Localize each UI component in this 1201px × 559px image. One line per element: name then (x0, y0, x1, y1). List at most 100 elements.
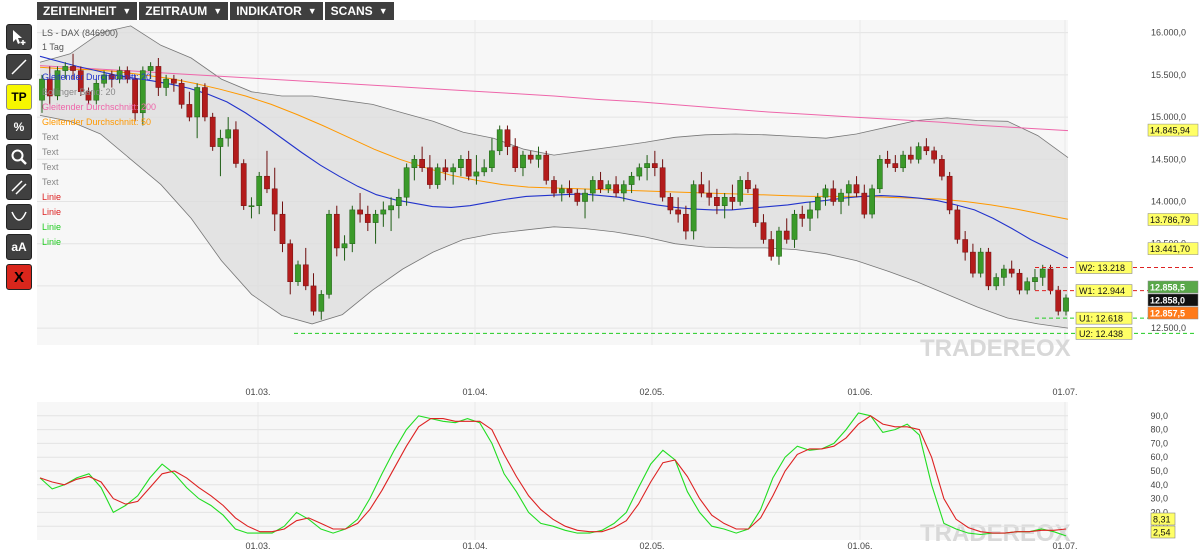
candle-body (450, 167, 457, 173)
candle-body (364, 213, 371, 223)
candle-body (434, 167, 441, 185)
candle-body (574, 192, 581, 202)
candle-body (240, 163, 247, 206)
candle-body (589, 180, 596, 194)
candle-body (993, 277, 1000, 287)
candle-body (473, 171, 480, 177)
osc-value-text: 8,31 (1153, 515, 1171, 525)
legend-item: Linie (42, 207, 61, 217)
level-label-text: U1: 12.618 (1079, 314, 1123, 324)
price-label-text: 12.858,5 (1150, 283, 1185, 293)
candle-body (923, 146, 930, 152)
time-tick-label: 02.05. (639, 387, 664, 397)
candle-body (163, 78, 169, 88)
candle-body (302, 264, 309, 287)
candle-body (535, 154, 542, 160)
candle-body (776, 230, 782, 257)
candle-body (225, 129, 232, 139)
candle-body (822, 188, 829, 198)
candle-body (388, 205, 394, 211)
candle-body (970, 251, 976, 274)
time-tick-label: 01.07. (1052, 387, 1077, 397)
candle-body (962, 239, 969, 253)
legend-item: Text (42, 132, 59, 142)
candle-body (504, 129, 511, 147)
candle-body (217, 137, 224, 147)
candle-body (620, 184, 627, 194)
osc-tick-label: 50,0 (1150, 466, 1168, 476)
candle-body (597, 180, 604, 190)
osc-value-text: 2,54 (1153, 528, 1171, 538)
candle-body (714, 197, 720, 206)
osc-tick-label: 60,0 (1150, 452, 1168, 462)
candle-body (520, 154, 526, 169)
candle-body (814, 197, 821, 211)
price-chart[interactable]: 12.500,013.000,013.500,014.000,014.500,0… (0, 0, 1201, 555)
candle-body (271, 188, 278, 215)
candle-body (1039, 268, 1046, 278)
level-label-text: W2: 13.218 (1079, 263, 1125, 273)
candle-body (427, 167, 433, 185)
candle-body (287, 243, 294, 282)
osc-tick-label: 90,0 (1150, 411, 1168, 421)
price-label-text: 13.441,70 (1150, 244, 1190, 254)
candle-body (582, 192, 588, 202)
candle-body (659, 167, 666, 198)
candle-body (954, 209, 961, 240)
candle-body (892, 163, 899, 168)
candle-body (729, 197, 736, 202)
candle-body (310, 285, 317, 312)
candle-body (1024, 281, 1031, 291)
candle-body (178, 83, 185, 105)
candle-body (326, 213, 332, 295)
candle-body (706, 192, 713, 198)
osc-tick-label: 70,0 (1150, 438, 1168, 448)
candle-body (333, 213, 340, 249)
candle-body (411, 159, 418, 168)
legend-item: Linie (42, 222, 61, 232)
candle-body (807, 209, 813, 219)
candle-body (481, 167, 488, 173)
candle-body (372, 213, 379, 223)
candle-body (341, 243, 348, 249)
candle-body (869, 188, 875, 215)
candle-body (558, 188, 565, 194)
candle-body (907, 154, 914, 160)
price-tick-label: 12.500,0 (1151, 323, 1186, 333)
candle-body (279, 213, 286, 244)
candle-body (644, 163, 650, 168)
candle-body (884, 159, 891, 164)
candle-body (357, 209, 363, 215)
candle-body (628, 175, 635, 185)
candle-body (543, 154, 550, 181)
candle-body (783, 230, 790, 240)
instrument-name: LS - DAX (846900) (42, 28, 118, 38)
level-label-text: U2: 12.438 (1079, 329, 1123, 339)
legend-item: Linie (42, 237, 61, 247)
candle-body (233, 129, 239, 164)
candle-body (349, 209, 356, 244)
chart-area: 12.500,013.000,013.500,014.000,014.500,0… (0, 0, 1201, 555)
candle-body (675, 209, 681, 215)
time-tick-label: 01.03. (245, 541, 270, 551)
candle-body (838, 192, 844, 202)
legend-item: Text (42, 177, 59, 187)
candle-body (489, 150, 495, 168)
candle-body (768, 239, 775, 257)
candle-body (683, 213, 689, 232)
candle-body (202, 87, 208, 118)
legend-item: Gleitender Durchschnitt: 200 (42, 102, 156, 112)
candle-body (721, 197, 728, 206)
candle-body (458, 159, 464, 168)
candle-body (931, 150, 937, 160)
candle-body (551, 180, 557, 194)
candle-body (248, 205, 255, 207)
candle-body (527, 154, 534, 160)
candle-body (915, 146, 922, 160)
candle-body (171, 78, 177, 84)
timeframe-label: 1 Tag (42, 42, 64, 52)
osc-tick-label: 40,0 (1150, 480, 1168, 490)
candle-body (985, 251, 992, 287)
candle-body (636, 167, 643, 177)
price-tick-label: 14.000,0 (1151, 196, 1186, 206)
